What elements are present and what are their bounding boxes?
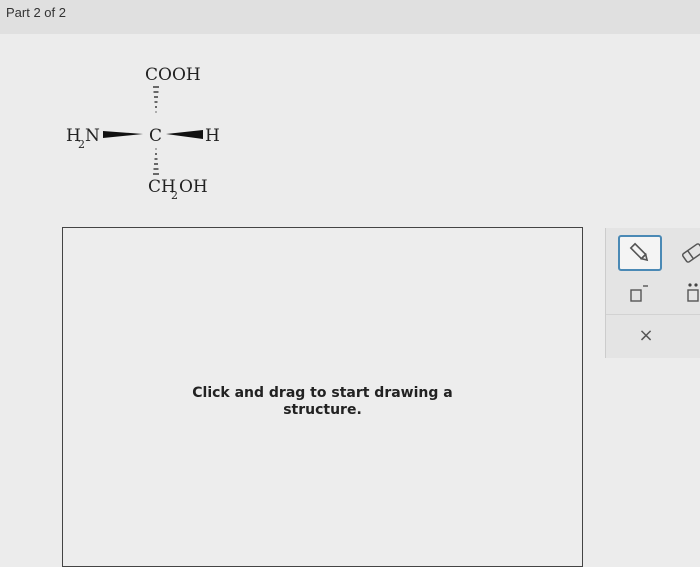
canvas-hint-line1: Click and drag to start drawing a (192, 385, 453, 401)
solid-wedge-left (103, 131, 143, 138)
eraser-tool-button[interactable] (678, 235, 700, 271)
close-icon: × (638, 324, 654, 346)
drawing-canvas[interactable]: Click and drag to start drawing a struct… (62, 227, 583, 567)
canvas-hint: Click and drag to start drawing a struct… (63, 385, 582, 419)
lone-pair-tool-button[interactable] (678, 278, 700, 308)
clear-button[interactable]: × (626, 320, 666, 350)
drawing-toolbar: × (605, 228, 700, 358)
bottom-group-sub: 2 (171, 189, 178, 202)
top-group: COOH (145, 65, 201, 85)
eraser-icon (681, 243, 700, 263)
pencil-tool-button[interactable] (618, 235, 662, 271)
bottom-group-oh: OH (179, 177, 208, 197)
left-group-sub: 2 (78, 138, 85, 151)
solid-wedge-right (166, 130, 203, 139)
charge-tool-button[interactable] (620, 278, 656, 308)
hash-wedge-bottom (153, 148, 159, 175)
canvas-hint-line2: structure. (283, 402, 362, 418)
pencil-icon (629, 242, 649, 262)
charge-icon (630, 285, 648, 302)
left-group-n: N (85, 126, 100, 146)
lone-pair-icon (687, 283, 699, 302)
hash-wedge-top (153, 86, 159, 113)
center-carbon: C (149, 126, 162, 146)
molecule-structure: COOH H 2 N C H CH 2 OH (66, 65, 220, 202)
right-group-h: H (205, 126, 220, 146)
toolbar-divider (606, 314, 700, 315)
